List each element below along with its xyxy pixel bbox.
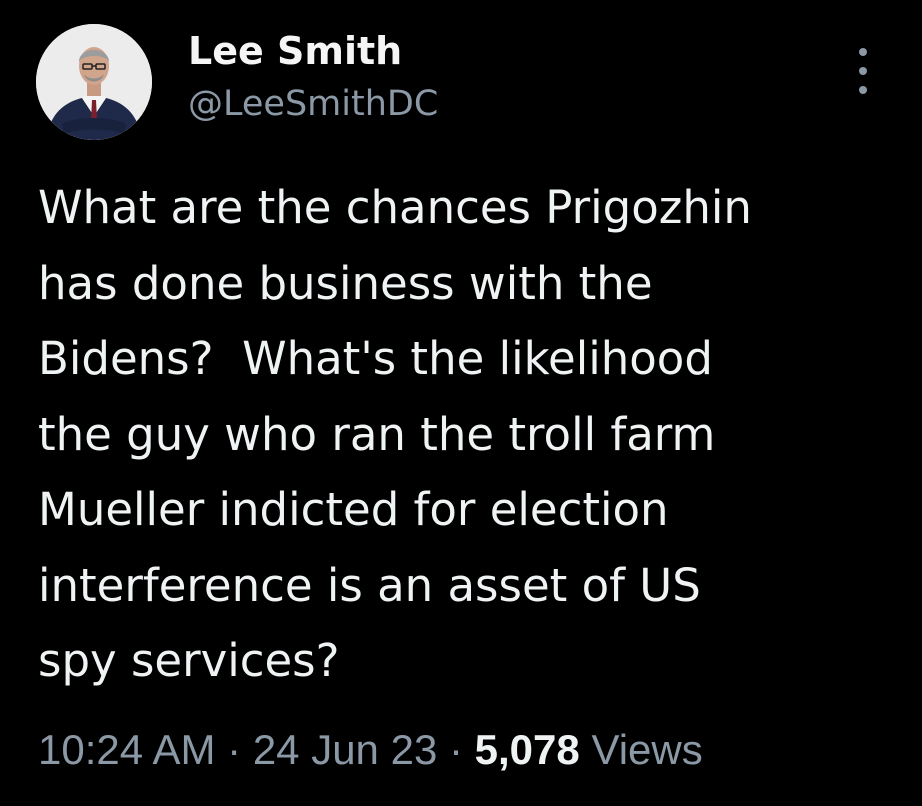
meta-separator: · [448, 726, 463, 773]
tweet-text: What are the chances Prigozhin has done … [38, 181, 752, 687]
meta-separator: · [227, 726, 242, 773]
author-display-name[interactable]: Lee Smith [188, 28, 402, 74]
tweet-time[interactable]: 10:24 AM [38, 726, 215, 773]
views-count: 5,078 [474, 726, 580, 773]
tweet-date[interactable]: 24 Jun 23 [253, 726, 438, 773]
more-vertical-icon [859, 67, 867, 75]
author-avatar[interactable] [36, 24, 152, 140]
tweet-card: Lee Smith @LeeSmithDC What are the chanc… [0, 0, 922, 806]
more-options-button[interactable] [848, 48, 878, 94]
tweet-metadata: 10:24 AM · 24 Jun 23 · 5,078 Views [38, 722, 703, 778]
more-vertical-icon [859, 48, 867, 56]
more-vertical-icon [859, 86, 867, 94]
avatar-photo [36, 24, 152, 140]
views-label: Views [591, 726, 703, 773]
author-handle[interactable]: @LeeSmithDC [188, 82, 438, 126]
